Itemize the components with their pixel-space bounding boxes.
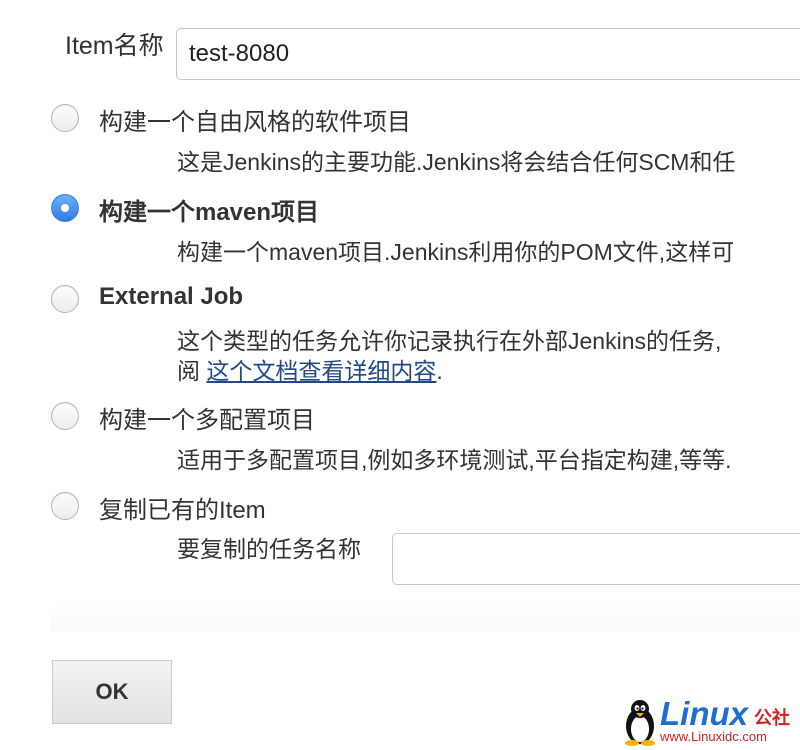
radio-freestyle[interactable] (51, 104, 79, 132)
option-copy-existing-title[interactable]: 复制已有的Item (99, 490, 266, 525)
radio-maven[interactable] (51, 194, 79, 222)
copy-title-text: 复制已有的Item (99, 497, 266, 524)
watermark-suffix: 公社 (754, 708, 790, 728)
option-maven-description: 构建一个maven项目.Jenkins利用你的POM文件,这样可 (177, 239, 735, 265)
description-prefix: 阅 (177, 358, 200, 384)
new-item-page: Item名称 构建一个自由风格的软件项目 这是Jenkins的主要功能.Jenk… (0, 0, 800, 750)
radio-multi-config[interactable] (51, 402, 79, 430)
form-divider (50, 600, 800, 632)
option-multi-config-description: 适用于多配置项目,例如多环境测试,平台指定构建,等等. (177, 447, 732, 473)
option-maven-title[interactable]: 构建一个maven项目 (99, 192, 319, 227)
ok-button[interactable]: OK (52, 660, 172, 724)
option-freestyle-description: 这是Jenkins的主要功能.Jenkins将会结合任何SCM和任 (177, 149, 736, 175)
copy-from-input[interactable] (392, 533, 800, 585)
description-suffix: . (436, 358, 443, 384)
option-external-job-description: 这个类型的任务允许你记录执行在外部Jenkins的任务, (177, 328, 722, 354)
radio-copy-existing[interactable] (51, 492, 79, 520)
item-name-input[interactable] (176, 28, 800, 80)
linuxidc-watermark: Linux 公社 www.Linuxidc.com (620, 696, 798, 748)
documentation-link[interactable]: 这个文档查看详细内容 (206, 358, 436, 384)
copy-from-label: 要复制的任务名称 (177, 536, 361, 562)
option-multi-config-title[interactable]: 构建一个多配置项目 (99, 400, 315, 435)
watermark-brand: Linux (660, 695, 748, 732)
option-external-job-title[interactable]: External Job (99, 283, 243, 311)
option-external-job-description-line2: 阅 这个文档查看详细内容. (177, 352, 443, 386)
option-freestyle-title[interactable]: 构建一个自由风格的软件项目 (99, 102, 411, 137)
radio-external-job[interactable] (51, 285, 79, 313)
tux-penguin-icon (625, 700, 655, 746)
item-name-label: Item名称 (65, 32, 164, 60)
watermark-url: www.Linuxidc.com (660, 729, 767, 744)
